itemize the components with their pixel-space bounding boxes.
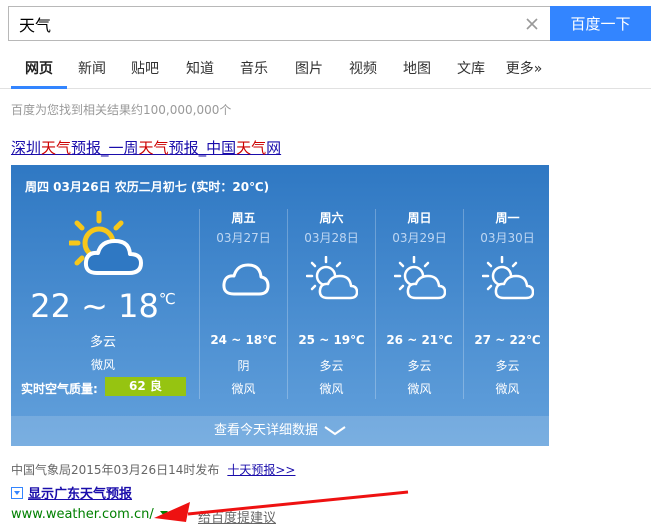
cloudy-icon xyxy=(222,263,270,296)
aqi-badge: 62 良 xyxy=(105,377,186,396)
tab-more[interactable]: 更多» xyxy=(503,52,545,89)
partly-cloudy-icon xyxy=(306,256,358,300)
day-wind: 微风 xyxy=(407,382,432,396)
partly-cloudy-icon xyxy=(482,256,534,300)
day-wind: 微风 xyxy=(231,382,256,396)
day-date: 03月27日 xyxy=(216,231,271,245)
day-date: 03月28日 xyxy=(304,231,359,245)
tab-news[interactable]: 新闻 xyxy=(75,52,109,89)
day-name: 周六 xyxy=(319,211,344,225)
tab-wenku[interactable]: 文库 xyxy=(454,52,488,89)
ten-day-forecast-link[interactable]: 十天预报>> xyxy=(227,463,295,477)
weather-card: 周四 03月26日 农历二月初七 (实时：20℃) 22 ~ 18℃ 多云 微风… xyxy=(11,165,549,446)
tab-zhidao[interactable]: 知道 xyxy=(183,52,217,89)
partly-cloudy-icon xyxy=(394,256,446,300)
tab-tieba[interactable]: 贴吧 xyxy=(128,52,162,89)
forecast-day: 周一 03月30日 27 ~ 22℃ 多云 微风 xyxy=(463,209,549,399)
day-date: 03月30日 xyxy=(480,231,535,245)
search-tabs: 网页 新闻 贴吧 知道 音乐 图片 视频 地图 文库 更多» xyxy=(0,52,651,89)
day-condition: 阴 xyxy=(237,359,250,373)
forecast-day: 周五 03月27日 24 ~ 18℃ 阴 微风 xyxy=(199,209,287,399)
clear-icon[interactable] xyxy=(522,14,542,34)
day-condition: 多云 xyxy=(407,359,432,373)
day-temperature: 25 ~ 19℃ xyxy=(298,333,365,347)
partly-cloudy-icon xyxy=(69,211,143,275)
day-wind: 微风 xyxy=(495,382,520,396)
day-condition: 多云 xyxy=(495,359,520,373)
today-condition: 多云 xyxy=(89,335,116,350)
weather-header: 周四 03月26日 农历二月初七 (实时：20℃) xyxy=(25,180,270,194)
day-wind: 微风 xyxy=(319,382,344,396)
search-button[interactable]: 百度一下 xyxy=(550,6,651,41)
expand-icon xyxy=(11,487,23,499)
day-date: 03月29日 xyxy=(392,231,447,245)
red-arrow-annotation xyxy=(154,490,409,522)
aqi-label: 实时空气质量: xyxy=(21,382,98,396)
day-temperature: 24 ~ 18℃ xyxy=(210,333,277,347)
today-temperature: 22 ~ 18℃ xyxy=(30,287,176,325)
result-title-link[interactable]: 深圳天气预报_一周天气预报_中国天气网 xyxy=(11,137,281,158)
day-name: 周日 xyxy=(407,211,432,225)
tab-web[interactable]: 网页 xyxy=(11,52,67,89)
day-name: 周五 xyxy=(231,211,256,225)
forecast-day: 周六 03月28日 25 ~ 19℃ 多云 微风 xyxy=(287,209,375,399)
forecast-day: 周日 03月29日 26 ~ 21℃ 多云 微风 xyxy=(375,209,463,399)
tab-images[interactable]: 图片 xyxy=(292,52,326,89)
tab-video[interactable]: 视频 xyxy=(346,52,380,89)
day-condition: 多云 xyxy=(319,359,344,373)
search-box xyxy=(8,6,550,41)
day-temperature: 26 ~ 21℃ xyxy=(386,333,453,347)
tab-map[interactable]: 地图 xyxy=(400,52,434,89)
expand-guangdong-link[interactable]: 显示广东天气预报 xyxy=(11,483,132,502)
caret-down-icon[interactable] xyxy=(159,511,168,516)
feedback-link[interactable]: 给百度提建议 xyxy=(198,507,276,526)
result-url[interactable]: www.weather.com.cn/ xyxy=(11,507,168,522)
view-details-button[interactable]: 查看今天详细数据 xyxy=(11,416,549,446)
day-temperature: 27 ~ 22℃ xyxy=(474,333,541,347)
chevron-down-icon xyxy=(324,425,346,435)
result-count: 百度为您找到相关结果约100,000,000个 xyxy=(11,103,232,117)
today-wind: 微风 xyxy=(90,358,115,372)
tab-music[interactable]: 音乐 xyxy=(237,52,271,89)
source-line: 中国气象局2015年03月26日14时发布 十天预报>> xyxy=(11,463,296,477)
search-input[interactable] xyxy=(9,7,509,40)
day-name: 周一 xyxy=(495,211,520,225)
